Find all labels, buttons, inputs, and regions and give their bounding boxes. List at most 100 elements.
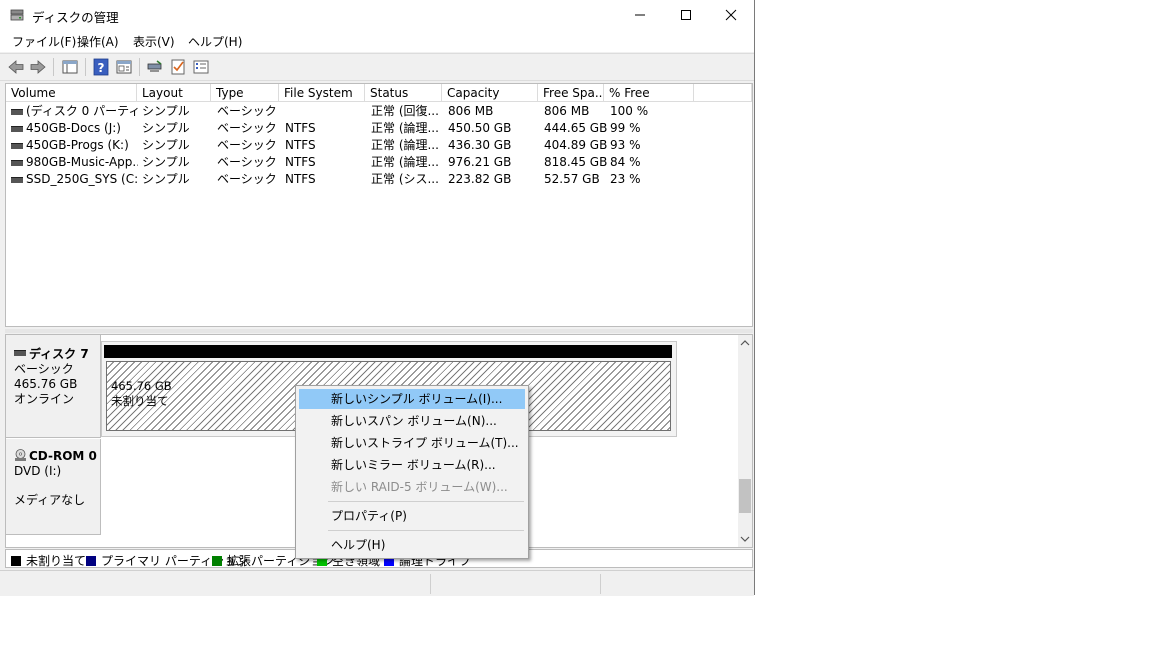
cell-type: ベーシック bbox=[217, 121, 277, 135]
cell-file-system bbox=[285, 103, 369, 120]
pane-splitter[interactable] bbox=[5, 329, 753, 333]
cell-free-space: 52.57 GB bbox=[544, 172, 600, 186]
console-tree-icon[interactable] bbox=[61, 58, 79, 76]
toolbar-separator bbox=[53, 58, 54, 76]
disk-7-name: ディスク 7 bbox=[29, 347, 89, 361]
graphical-view-scrollbar[interactable] bbox=[738, 335, 752, 547]
menu-bar: ファイル(F) 操作(A) 表示(V) ヘルプ(H) bbox=[0, 30, 754, 52]
status-bar bbox=[0, 570, 754, 596]
table-row[interactable]: (ディスク 0 パーティシ... シンプル ベーシック 正常 (回復... 806 MB… bbox=[6, 103, 752, 120]
table-row[interactable]: SSD_250G_SYS (C:) シンプル ベーシック NTFS 正常 (シス... 2… bbox=[6, 171, 752, 188]
check-icon[interactable] bbox=[169, 58, 187, 76]
menu-separator bbox=[328, 530, 524, 531]
cell-free-space: 806 MB bbox=[544, 104, 590, 118]
cdrom-0-type: DVD (I:) bbox=[14, 464, 62, 478]
legend-swatch bbox=[212, 556, 222, 566]
menu-new-simple-volume[interactable]: 新しいシンプル ボリューム(I)... bbox=[299, 389, 525, 409]
minimize-button[interactable] bbox=[617, 0, 663, 30]
toolbar: ? bbox=[0, 53, 754, 81]
cell-layout: シンプル bbox=[142, 155, 190, 169]
cell-volume: (ディスク 0 パーティシ... bbox=[26, 104, 138, 118]
cell-status: 正常 (論理... bbox=[371, 138, 439, 152]
column-header-percent-free[interactable]: % Free bbox=[604, 84, 694, 102]
disk-7-label[interactable]: ディスク 7 ベーシック 465.76 GB オンライン bbox=[6, 335, 101, 438]
cell-file-system: NTFS bbox=[285, 172, 316, 186]
column-header-layout[interactable]: Layout bbox=[137, 84, 211, 102]
cell-capacity: 976.21 GB bbox=[448, 155, 512, 169]
cell-type: ベーシック bbox=[217, 138, 277, 152]
maximize-button[interactable] bbox=[663, 0, 709, 30]
forward-icon[interactable] bbox=[29, 58, 47, 76]
scroll-down-icon[interactable] bbox=[740, 535, 750, 543]
disk-management-icon bbox=[10, 9, 24, 21]
cell-status: 正常 (回復... bbox=[371, 104, 439, 118]
menu-new-spanned-volume[interactable]: 新しいスパン ボリューム(N)... bbox=[299, 411, 525, 431]
column-header-volume[interactable]: Volume bbox=[6, 84, 137, 102]
menu-new-striped-volume[interactable]: 新しいストライプ ボリューム(T)... bbox=[299, 433, 525, 453]
cell-capacity: 223.82 GB bbox=[448, 172, 512, 186]
table-row[interactable]: 450GB-Progs (K:) シンプル ベーシック NTFS 正常 (論理... 43… bbox=[6, 137, 752, 154]
disk-7-size: 465.76 GB bbox=[14, 377, 78, 391]
menu-file[interactable]: ファイル(F) bbox=[12, 33, 76, 50]
minimize-icon bbox=[635, 14, 645, 16]
maximize-icon bbox=[681, 10, 691, 20]
menu-view[interactable]: 表示(V) bbox=[133, 33, 175, 50]
column-header-file-system[interactable]: File System bbox=[279, 84, 365, 102]
toolbar-separator bbox=[85, 58, 86, 76]
column-header-capacity[interactable]: Capacity bbox=[442, 84, 538, 102]
column-header-type[interactable]: Type bbox=[211, 84, 279, 102]
close-button[interactable] bbox=[708, 0, 754, 30]
menu-action[interactable]: 操作(A) bbox=[77, 33, 119, 50]
unallocated-size: 465.76 GB bbox=[111, 379, 172, 393]
cell-status: 正常 (論理... bbox=[371, 121, 439, 135]
cell-type: ベーシック bbox=[217, 104, 277, 118]
disk-icon bbox=[14, 350, 26, 356]
menu-properties[interactable]: プロパティ(P) bbox=[299, 506, 525, 526]
title-bar: ディスクの管理 bbox=[0, 0, 754, 30]
cell-percent-free: 84 % bbox=[610, 155, 641, 169]
help-icon[interactable]: ? bbox=[92, 58, 110, 76]
cell-free-space: 444.65 GB bbox=[544, 121, 608, 135]
volume-icon bbox=[11, 160, 23, 166]
cell-layout: シンプル bbox=[142, 172, 190, 186]
cell-percent-free: 100 % bbox=[610, 104, 649, 118]
column-header-free-space[interactable]: Free Spa... bbox=[538, 84, 604, 102]
cell-status: 正常 (論理... bbox=[371, 155, 439, 169]
legend-swatch bbox=[86, 556, 96, 566]
cell-file-system: NTFS bbox=[285, 155, 316, 169]
cell-percent-free: 23 % bbox=[610, 172, 641, 186]
cell-type: ベーシック bbox=[217, 172, 277, 186]
connect-icon[interactable] bbox=[146, 58, 164, 76]
window-title: ディスクの管理 bbox=[32, 10, 119, 25]
cell-free-space: 404.89 GB bbox=[544, 138, 608, 152]
table-row[interactable]: 450GB-Docs (J:) シンプル ベーシック NTFS 正常 (論理... 450… bbox=[6, 120, 752, 137]
menu-help[interactable]: ヘルプ(H) bbox=[188, 33, 242, 50]
cell-capacity: 450.50 GB bbox=[448, 121, 512, 135]
cell-volume: 980GB-Music-App... bbox=[26, 155, 138, 169]
menu-separator bbox=[328, 501, 524, 502]
status-divider bbox=[600, 574, 601, 594]
properties-view-icon[interactable] bbox=[115, 58, 133, 76]
list-icon[interactable] bbox=[192, 58, 210, 76]
column-header-status[interactable]: Status bbox=[365, 84, 442, 102]
cdrom-0-state: メディアなし bbox=[14, 493, 86, 507]
table-row[interactable]: 980GB-Music-App... シンプル ベーシック NTFS 正常 (論理...… bbox=[6, 154, 752, 171]
scrollbar-thumb[interactable] bbox=[739, 479, 751, 513]
disk-7-type: ベーシック bbox=[14, 362, 74, 376]
volume-list: Volume Layout Type File System Status Ca… bbox=[5, 83, 753, 327]
toolbar-separator bbox=[139, 58, 140, 76]
cdrom-0-label[interactable]: CD-ROM 0 DVD (I:) メディアなし bbox=[6, 439, 101, 535]
back-icon[interactable] bbox=[7, 58, 25, 76]
unallocated-label: 未割り当て bbox=[111, 394, 169, 408]
legend-unallocated: 未割り当て bbox=[11, 552, 86, 569]
cdrom-0-name: CD-ROM 0 bbox=[29, 449, 97, 463]
legend-swatch bbox=[11, 556, 21, 566]
status-divider bbox=[430, 574, 431, 594]
unallocated-color-bar bbox=[104, 345, 672, 358]
menu-help-item[interactable]: ヘルプ(H) bbox=[299, 535, 525, 555]
menu-new-raid5-volume: 新しい RAID-5 ボリューム(W)... bbox=[331, 480, 508, 494]
volume-icon bbox=[11, 177, 23, 183]
menu-new-mirrored-volume[interactable]: 新しいミラー ボリューム(R)... bbox=[299, 455, 525, 475]
scroll-up-icon[interactable] bbox=[740, 339, 750, 347]
unallocated-partition-text: 465.76 GB 未割り当て bbox=[111, 379, 172, 409]
